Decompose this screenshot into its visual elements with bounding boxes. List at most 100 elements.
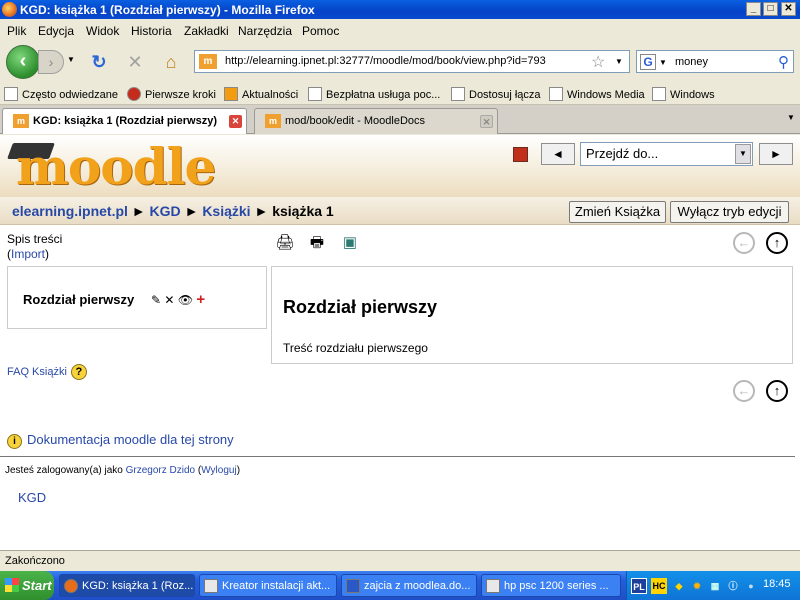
- ims-export-icon[interactable]: ▣: [340, 234, 360, 252]
- bookmark-item[interactable]: Bezpłatna usługa poc...: [308, 87, 440, 101]
- search-input[interactable]: money: [675, 56, 708, 68]
- taskbar-printer[interactable]: hp psc 1200 series ...: [481, 574, 621, 597]
- menu-narzedzia[interactable]: Narzędzia: [238, 24, 292, 38]
- printer-icon: [486, 579, 500, 593]
- moodle-logo: moodle: [7, 137, 216, 196]
- history-dropdown-icon[interactable]: ▼: [67, 55, 75, 64]
- stop-icon[interactable]: ✕: [124, 51, 146, 73]
- tab-label: KGD: książka 1 (Rozdział pierwszy): [33, 115, 217, 127]
- toc-chapter-link[interactable]: Rozdział pierwszy: [23, 292, 134, 307]
- url-dropdown-icon[interactable]: ▼: [615, 57, 623, 66]
- minimize-button[interactable]: _: [746, 2, 761, 16]
- search-bar[interactable]: G ▼ money ⚲: [636, 50, 794, 73]
- taskbar-word[interactable]: zajcia z moodlea.do...: [341, 574, 477, 597]
- import-link[interactable]: Import: [11, 247, 45, 261]
- maximize-button[interactable]: □: [763, 2, 778, 16]
- help-icon[interactable]: ?: [70, 364, 87, 380]
- menu-edycja[interactable]: Edycja: [38, 24, 74, 38]
- breadcrumb-site[interactable]: elearning.ipnet.pl: [12, 203, 128, 219]
- tab-list-icon[interactable]: ▼: [784, 113, 798, 127]
- breadcrumb-course[interactable]: KGD: [150, 203, 181, 219]
- google-engine-icon[interactable]: G: [640, 54, 656, 70]
- logout-link[interactable]: Wyloguj: [201, 465, 236, 476]
- menu-plik[interactable]: Plik: [7, 24, 26, 38]
- faq-link[interactable]: FAQ Książki?: [7, 364, 87, 380]
- status-bar: Zakończono: [0, 550, 800, 571]
- taskbar-installer[interactable]: Kreator instalacji akt...: [199, 574, 337, 597]
- firefox-icon: [2, 2, 17, 17]
- status-text: Zakończono: [5, 555, 65, 567]
- close-tab-icon[interactable]: ✕: [480, 115, 493, 128]
- menu-zakladki[interactable]: Zakładki: [184, 24, 229, 38]
- print-book-icon[interactable]: 🖨: [275, 234, 295, 252]
- sun-icon[interactable]: ✹: [689, 578, 705, 594]
- firefox-red-icon: [127, 87, 141, 101]
- print-chapter-icon[interactable]: 🖶: [307, 234, 327, 252]
- prev-chapter-icon: ←: [733, 232, 755, 254]
- bookmark-item[interactable]: Dostosuj łącza: [451, 87, 541, 101]
- close-tab-icon[interactable]: ✕: [229, 115, 242, 128]
- edit-mode-off-button[interactable]: Wyłącz tryb edycji: [670, 201, 789, 223]
- toc-title: Spis treści: [7, 232, 63, 246]
- breadcrumb: elearning.ipnet.pl ► KGD ► Książki ► ksi…: [0, 197, 800, 225]
- url-text[interactable]: http://elearning.ipnet.pl:32777/moodle/m…: [225, 55, 546, 67]
- page-icon: [549, 87, 563, 101]
- add-chapter-icon[interactable]: +: [196, 291, 205, 308]
- hide-eye-icon[interactable]: 👁: [178, 293, 193, 307]
- close-window-button[interactable]: ✕: [781, 2, 796, 16]
- bookmark-item[interactable]: Aktualności: [224, 87, 298, 101]
- report-icon[interactable]: [513, 147, 528, 162]
- rss-icon: [224, 87, 238, 101]
- chapter-content: Rozdział pierwszy Treść rozdziału pierws…: [271, 266, 793, 364]
- engine-dropdown-icon[interactable]: ▼: [659, 58, 667, 67]
- tab-moodledocs[interactable]: m mod/book/edit - MoodleDocs ✕: [254, 108, 498, 134]
- reload-icon[interactable]: ↻: [88, 51, 110, 73]
- login-info: Jesteś zalogowany(a) jako Grzegorz Dzido…: [5, 465, 241, 476]
- menu-widok[interactable]: Widok: [86, 24, 119, 38]
- bookmark-star-icon[interactable]: ☆: [591, 52, 605, 72]
- url-bar[interactable]: m http://elearning.ipnet.pl:32777/moodle…: [194, 50, 630, 73]
- folder-icon: [4, 87, 18, 101]
- taskbar-firefox[interactable]: KGD: książka 1 (Roz...: [59, 574, 195, 597]
- up-chapter-bottom-icon[interactable]: ↑: [766, 380, 788, 402]
- change-book-button[interactable]: Zmień Książka: [569, 201, 666, 223]
- bookmark-item[interactable]: Często odwiedzane: [4, 87, 118, 101]
- toc-header: Spis treści (Import): [7, 232, 63, 261]
- bookmark-item[interactable]: Pierwsze kroki: [127, 87, 216, 101]
- network-icon[interactable]: ▦: [707, 578, 723, 594]
- user-profile-link[interactable]: Grzegorz Dzido: [126, 465, 195, 476]
- delete-icon[interactable]: ✕: [164, 293, 174, 307]
- up-chapter-icon[interactable]: ↑: [766, 232, 788, 254]
- globe-icon[interactable]: ●: [743, 578, 759, 594]
- back-button[interactable]: ‹: [6, 45, 40, 79]
- info-tray-icon[interactable]: ⓘ: [725, 578, 741, 594]
- info-icon: i: [7, 434, 22, 449]
- hc-icon[interactable]: HC: [651, 578, 667, 594]
- moodle-docs-link[interactable]: i Dokumentacja moodle dla tej strony: [7, 432, 234, 449]
- bookmark-item[interactable]: Windows: [652, 87, 715, 101]
- toc-box: Rozdział pierwszy ✎ ✕ 👁 +: [7, 266, 267, 329]
- system-tray: PL HC ◆ ✹ ▦ ⓘ ● 18:45: [626, 571, 800, 600]
- edit-icon[interactable]: ✎: [151, 293, 161, 307]
- forward-button[interactable]: ›: [38, 50, 64, 74]
- menu-pomoc[interactable]: Pomoc: [302, 24, 339, 38]
- moodle-favicon-icon: m: [13, 114, 29, 128]
- breadcrumb-module[interactable]: Książki: [202, 203, 250, 219]
- search-icon[interactable]: ⚲: [778, 53, 789, 71]
- shield-icon[interactable]: ◆: [671, 578, 687, 594]
- breadcrumb-sep: ►: [184, 203, 199, 219]
- navigation-toolbar: ‹ › ▼ ↻ ✕ ⌂ m http://elearning.ipnet.pl:…: [0, 41, 800, 83]
- site-favicon-icon: m: [199, 54, 217, 69]
- start-button[interactable]: Start: [0, 571, 54, 600]
- course-home-link[interactable]: KGD: [18, 490, 46, 505]
- jump-to-select[interactable]: Przejdź do... ▼: [580, 142, 753, 166]
- language-indicator[interactable]: PL: [631, 578, 647, 594]
- prev-activity-button[interactable]: ◄: [541, 143, 575, 165]
- next-activity-button[interactable]: ►: [759, 143, 793, 165]
- menu-historia[interactable]: Historia: [131, 24, 172, 38]
- home-icon[interactable]: ⌂: [160, 51, 182, 73]
- bookmark-item[interactable]: Windows Media: [549, 87, 645, 101]
- breadcrumb-current: książka 1: [272, 203, 334, 219]
- footer-divider: [0, 456, 795, 457]
- tab-kgd-book[interactable]: m KGD: książka 1 (Rozdział pierwszy) ✕: [2, 108, 247, 134]
